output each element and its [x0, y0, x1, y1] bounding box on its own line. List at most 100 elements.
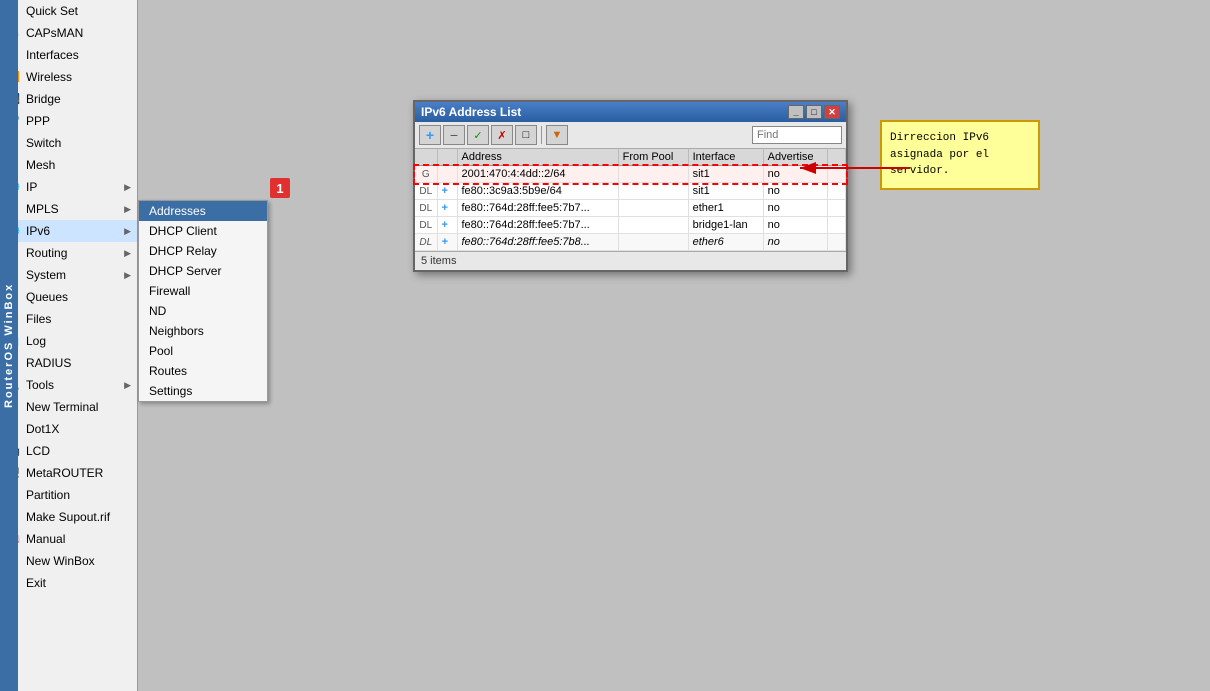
sidebar: ⚙ Quick Set 📡 CAPsMAN ■ Interfaces 📶 Wir… [0, 0, 138, 691]
cell-plus [437, 166, 457, 183]
cell-advertise: no [763, 217, 827, 234]
close-button[interactable]: ✕ [824, 105, 840, 119]
cell-flag: DL [415, 200, 437, 217]
submenu-item-settings[interactable]: Settings [139, 381, 267, 401]
cell-address: fe80::764d:28ff:fee5:7b7... [457, 200, 618, 217]
cell-interface: sit1 [688, 166, 763, 183]
cell-flag: DL [415, 183, 437, 200]
cell-plus: + [437, 183, 457, 200]
sidebar-item-queues[interactable]: ■ Queues [0, 286, 137, 308]
table-row[interactable]: DL+fe80::764d:28ff:fee5:7b8...ether6no [415, 234, 846, 251]
winbox-label: RouterOS WinBox [0, 0, 18, 691]
enable-button[interactable]: ✓ [467, 125, 489, 145]
submenu-item-dhcp-client[interactable]: DHCP Client [139, 221, 267, 241]
cell-flag: G [415, 166, 437, 183]
sidebar-item-new-winbox[interactable]: ● New WinBox [0, 550, 137, 572]
cell-address: fe80::764d:28ff:fee5:7b8... [457, 234, 618, 251]
sidebar-item-lcd[interactable]: 📺 LCD [0, 440, 137, 462]
col-header-flag[interactable] [415, 149, 437, 166]
sidebar-item-switch[interactable]: ■ Switch [0, 132, 137, 154]
submenu-item-addresses[interactable]: Addresses [139, 201, 267, 221]
sidebar-item-log[interactable]: 📄 Log [0, 330, 137, 352]
ipv6-address-table: Address From Pool Interface Advertise G 2… [415, 149, 846, 251]
cell-extra [828, 166, 846, 183]
sidebar-item-wireless[interactable]: 📶 Wireless [0, 66, 137, 88]
sidebar-item-make-supout[interactable]: ▲ Make Supout.rif [0, 506, 137, 528]
cell-extra [828, 217, 846, 234]
submenu-item-pool[interactable]: Pool [139, 341, 267, 361]
sidebar-item-system[interactable]: ⚙ System ▶ [0, 264, 137, 286]
cell-advertise: no [763, 166, 827, 183]
cell-from-pool [618, 200, 688, 217]
callout-text: Dirreccion IPv6asignada por elservidor. [890, 132, 989, 177]
sidebar-item-ppp[interactable]: 🔗 PPP [0, 110, 137, 132]
sidebar-item-mpls[interactable]: ■ MPLS ▶ [0, 198, 137, 220]
sidebar-item-radius[interactable]: ● RADIUS [0, 352, 137, 374]
submenu-item-routes[interactable]: Routes [139, 361, 267, 381]
submenu-item-nd[interactable]: ND [139, 301, 267, 321]
cell-extra [828, 234, 846, 251]
sidebar-item-tools[interactable]: 🔧 Tools ▶ [0, 374, 137, 396]
submenu-item-dhcp-server[interactable]: DHCP Server [139, 261, 267, 281]
sidebar-item-ipv6[interactable]: 🌐 IPv6 ▶ [0, 220, 137, 242]
ipv6-titlebar: IPv6 Address List _ □ ✕ [415, 102, 846, 122]
cell-address: fe80::764d:28ff:fee5:7b7... [457, 217, 618, 234]
col-header-type[interactable] [437, 149, 457, 166]
ipv6-arrow: ▶ [124, 226, 131, 237]
cell-from-pool [618, 183, 688, 200]
cell-interface: sit1 [688, 183, 763, 200]
items-count: 5 items [421, 255, 456, 267]
cell-plus: + [437, 234, 457, 251]
toolbar-separator [541, 126, 542, 144]
col-header-interface[interactable]: Interface [688, 149, 763, 166]
add-button[interactable]: + [419, 125, 441, 145]
col-header-address[interactable]: Address [457, 149, 618, 166]
minimize-button[interactable]: _ [788, 105, 804, 119]
filter-button[interactable]: ▼ [546, 125, 568, 145]
sidebar-item-capsman[interactable]: 📡 CAPsMAN [0, 22, 137, 44]
sidebar-item-metarouter[interactable]: 🖥 MetaROUTER [0, 462, 137, 484]
sidebar-item-mesh[interactable]: ● Mesh [0, 154, 137, 176]
table-row[interactable]: DL+fe80::3c9a3:5b9e/64 sit1no [415, 183, 846, 200]
sidebar-item-routing[interactable]: ↗ Routing ▶ [0, 242, 137, 264]
col-header-advertise[interactable]: Advertise [763, 149, 827, 166]
cell-interface: ether6 [688, 234, 763, 251]
search-input[interactable] [752, 126, 842, 144]
sidebar-item-quickset[interactable]: ⚙ Quick Set [0, 0, 137, 22]
cell-advertise: no [763, 183, 827, 200]
callout-annotation: Dirreccion IPv6asignada por elservidor. [880, 120, 1040, 190]
ipv6-address-list-window: IPv6 Address List _ □ ✕ + − ✓ ✗ □ ▼ Addr… [413, 100, 848, 272]
copy-button[interactable]: □ [515, 125, 537, 145]
cell-flag: DL [415, 234, 437, 251]
sidebar-item-exit[interactable]: ✖ Exit [0, 572, 137, 594]
tools-arrow: ▶ [124, 380, 131, 391]
sidebar-item-files[interactable]: 📁 Files [0, 308, 137, 330]
submenu-item-firewall[interactable]: Firewall [139, 281, 267, 301]
disable-button[interactable]: ✗ [491, 125, 513, 145]
submenu-item-dhcp-relay[interactable]: DHCP Relay [139, 241, 267, 261]
sidebar-item-bridge[interactable]: 🌉 Bridge [0, 88, 137, 110]
remove-button[interactable]: − [443, 125, 465, 145]
sidebar-item-new-terminal[interactable]: ▶ New Terminal [0, 396, 137, 418]
submenu-item-neighbors[interactable]: Neighbors [139, 321, 267, 341]
maximize-button[interactable]: □ [806, 105, 822, 119]
cell-address: 2001:470:4:4dd::2/64 [457, 166, 618, 183]
ip-arrow: ▶ [124, 182, 131, 193]
sidebar-item-interfaces[interactable]: ■ Interfaces [0, 44, 137, 66]
cell-plus: + [437, 217, 457, 234]
cell-extra [828, 200, 846, 217]
sidebar-item-ip[interactable]: 🌐 IP ▶ [0, 176, 137, 198]
sidebar-item-partition[interactable]: ● Partition [0, 484, 137, 506]
sidebar-item-manual[interactable]: 📖 Manual [0, 528, 137, 550]
sidebar-item-dot1x[interactable]: ■ Dot1X [0, 418, 137, 440]
cell-address: fe80::3c9a3:5b9e/64 [457, 183, 618, 200]
cell-flag: DL [415, 217, 437, 234]
table-row[interactable]: DL+fe80::764d:28ff:fee5:7b7...bridge1-la… [415, 217, 846, 234]
system-arrow: ▶ [124, 270, 131, 281]
cell-advertise: no [763, 200, 827, 217]
table-row[interactable]: G 2001:470:4:4dd::2/64 sit1no [415, 166, 846, 183]
col-header-extra[interactable] [828, 149, 846, 166]
ipv6-toolbar: + − ✓ ✗ □ ▼ [415, 122, 846, 149]
table-row[interactable]: DL+fe80::764d:28ff:fee5:7b7...ether1no [415, 200, 846, 217]
col-header-from-pool[interactable]: From Pool [618, 149, 688, 166]
